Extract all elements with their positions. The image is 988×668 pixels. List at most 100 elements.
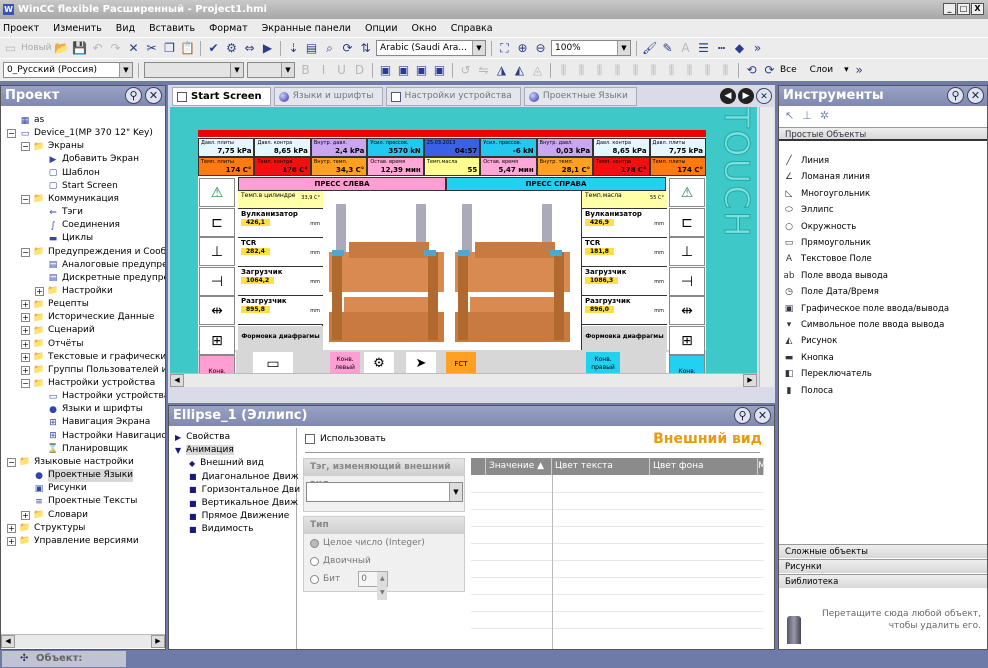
fill-color-icon[interactable]: 🖌 [642,41,657,56]
section-simple-objects[interactable]: Простые Объекты [779,127,987,141]
layers-show-icon[interactable]: ⟲ [744,63,759,78]
distribute-icon[interactable]: ⫼ [718,63,733,78]
tree-item[interactable]: + 📁 Структуры [7,522,85,535]
tool-item[interactable]: A Текстовое Поле [783,252,872,266]
line-width-icon[interactable]: ☰ [696,41,711,56]
tool-item[interactable]: ▬ Кнопка [783,351,834,365]
language-combo[interactable]: 0_Русский (Россия) ▼ [3,62,133,78]
runtime-icon[interactable]: ▶ [260,41,275,56]
collapse-icon[interactable]: − [21,379,30,388]
expand-icon[interactable]: + [7,536,16,546]
tree-item[interactable]: + 📁 Исторические Данные [21,311,154,324]
close-tab-icon[interactable]: ✕ [756,88,772,104]
grid-row[interactable] [471,492,764,493]
tree-item[interactable]: − 📁 Языковые настройки [7,456,134,469]
scroll-left-icon[interactable]: ◀ [170,374,184,387]
hmi-side-button[interactable]: ⇹ [669,296,705,325]
nav-item-2[interactable]: ◆ Внешний вид [189,458,264,468]
expand-icon[interactable]: + [21,300,30,310]
nav-item-1[interactable]: ▼ Анимация [175,445,234,456]
layers-combo[interactable]: Слои [810,65,833,75]
chevron-down-icon[interactable]: ▾ [844,65,849,75]
font-color-icon[interactable]: A [678,41,693,56]
tree-item[interactable]: + 📁 Сценарий [21,324,95,337]
tab-1[interactable]: Языки и шрифты [273,87,383,106]
open-icon[interactable]: 📂 [54,41,69,56]
scroll-left-icon[interactable]: ◀ [1,635,15,648]
scroll-right-icon[interactable]: ▶ [743,374,757,387]
menu-item[interactable]: Вставить [149,23,195,34]
tree-item[interactable]: ▢ Шаблон [35,167,100,180]
checkbox-box[interactable] [305,434,315,444]
tree-item[interactable]: ▦ as [7,114,44,127]
chevron-down-icon[interactable]: ▼ [472,41,485,55]
download-icon[interactable]: ⇣ [286,41,301,56]
hmi-side-button[interactable]: ⊣ [199,266,235,296]
tree-item[interactable]: + 📁 Рецепты [21,298,89,311]
nav-item-4[interactable]: ■ Горизонтальное Дви [189,485,300,495]
tree-item[interactable]: ≡ Проектные Тексты [21,495,137,508]
hmi-side-button[interactable]: ⊣ [669,266,705,296]
tree-item[interactable]: ▢ Start Screen [35,180,118,193]
redo-icon[interactable]: ↷ [108,41,123,56]
column-bg-color[interactable]: Цвет фона [650,458,758,475]
tool-item[interactable]: ╱ Линия [783,154,829,168]
tree-item[interactable]: ● Проектные Языки [21,469,134,483]
distribute-icon[interactable]: ⫼ [646,63,661,78]
find-icon[interactable]: ⌕ [322,41,337,56]
column-value[interactable]: Значение ▲ [486,458,552,475]
distribute-icon[interactable]: ⫼ [700,63,715,78]
tree-item[interactable]: − 📁 Экраны [21,140,84,153]
transfer-icon[interactable]: ⇔ [242,41,257,56]
collapse-icon[interactable]: − [21,194,30,204]
horizontal-scrollbar[interactable]: ◀ ▶ [1,634,165,648]
collapse-icon[interactable]: − [7,457,16,467]
grid-row[interactable] [471,594,764,595]
grid-row[interactable] [471,509,764,510]
undo-icon[interactable]: ↶ [90,41,105,56]
hmi-side-button[interactable]: ⊏ [199,207,235,237]
align-icon[interactable]: ▣ [432,63,447,78]
tab-3[interactable]: Проектные Языки [523,87,637,106]
check-icon[interactable]: ✔ [206,41,221,56]
align-icon[interactable]: ▣ [396,63,411,78]
tree-item[interactable]: ▤ Аналоговые предупреж [35,259,165,272]
bold-icon[interactable]: B [298,63,313,78]
menu-item[interactable]: Изменить [53,23,102,34]
type-bit-radio[interactable]: Бит 0 ▲ ▼ [304,570,464,600]
italic-icon[interactable]: I [316,63,331,78]
distribute-icon[interactable]: ⫼ [592,63,607,78]
more-icon[interactable]: » [750,41,765,56]
tool-item[interactable]: ◷ Поле Дата/Время [783,285,879,299]
chevron-down-icon[interactable]: ▼ [230,63,243,77]
font-combo[interactable]: Arabic (Saudi Ara... ▼ [376,40,486,56]
forming-button[interactable]: Формовка диафрагмы [582,326,667,350]
align-icon[interactable]: ▣ [414,63,429,78]
chevron-down-icon[interactable]: ▼ [281,63,294,77]
canvas-vertical-scrollbar[interactable] [759,107,774,387]
tree-item[interactable]: − ▭ Device_1(MP 370 12" Key) [7,127,153,140]
tree-item[interactable]: ▬ Циклы [35,232,93,245]
hmi-side-button[interactable]: ⚠ [199,178,235,207]
use-checkbox[interactable]: Использовать [305,434,386,444]
section-1[interactable]: Рисунки [779,559,987,573]
hmi-side-button[interactable]: ⇹ [199,296,235,325]
grid-row[interactable] [471,577,764,578]
tool-item[interactable]: ▮ Полоса [783,384,834,398]
appearance-grid[interactable]: Значение ▲ Цвет текста Цвет фона М [471,458,766,649]
nav-item-3[interactable]: ■ Диагональное Движ [189,472,299,482]
menu-item[interactable]: Справка [451,23,493,34]
tool-item[interactable]: ▭ Прямоугольник [783,236,871,250]
more-icon[interactable]: » [852,63,867,78]
canvas-horizontal-scrollbar[interactable]: ◀ ▶ [170,373,757,387]
strike-icon[interactable]: D [352,63,367,78]
hmi-side-button[interactable]: ⊥ [669,237,705,266]
screen-canvas[interactable]: TOUCH ПРЕСС СЛЕВА ПРЕСС СПРАВА Темп.в ци… [170,107,757,387]
nav-item-5[interactable]: ■ Вертикальное Движ [189,498,298,508]
tree-item[interactable]: ⊞ Навигация Экрана [35,416,150,429]
type-binary-radio[interactable]: Двоичный [304,552,464,570]
pin-icon[interactable]: ⚲ [125,87,142,104]
flip-vertical-icon[interactable]: ◮ [494,63,509,78]
copy-icon[interactable]: ❐ [162,41,177,56]
tree-item[interactable]: + 📁 Отчёты [21,338,84,351]
